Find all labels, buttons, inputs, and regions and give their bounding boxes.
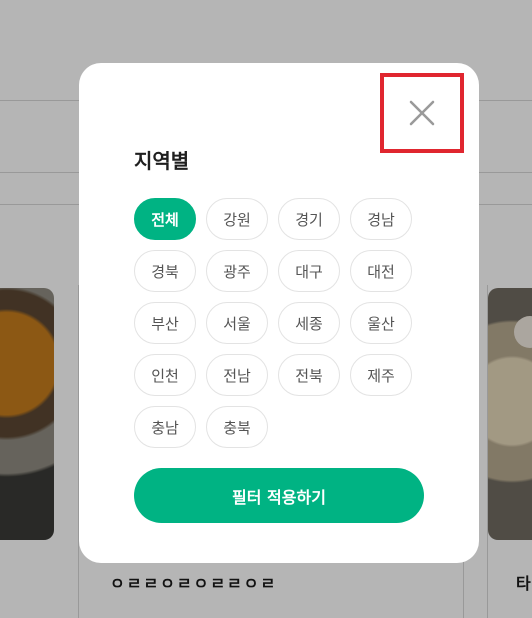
region-chip[interactable]: 제주 — [350, 354, 412, 396]
apply-filter-button[interactable]: 필터 적용하기 — [134, 468, 424, 523]
region-chip[interactable]: 경기 — [278, 198, 340, 240]
region-chip[interactable]: 인천 — [134, 354, 196, 396]
close-button[interactable] — [380, 73, 464, 153]
region-chip[interactable]: 충남 — [134, 406, 196, 448]
region-chip[interactable]: 세종 — [278, 302, 340, 344]
close-icon — [409, 100, 435, 126]
region-chip[interactable]: 광주 — [206, 250, 268, 292]
region-chip[interactable]: 경남 — [350, 198, 412, 240]
region-chip[interactable]: 전북 — [278, 354, 340, 396]
region-chip[interactable]: 울산 — [350, 302, 412, 344]
modal-title: 지역별 — [134, 149, 190, 173]
region-chip[interactable]: 전남 — [206, 354, 268, 396]
region-chip[interactable]: 전체 — [134, 198, 196, 240]
region-chip[interactable]: 대전 — [350, 250, 412, 292]
region-chip[interactable]: 대구 — [278, 250, 340, 292]
region-chip[interactable]: 강원 — [206, 198, 268, 240]
region-chip-list: 전체 강원 경기 경남경북 광주 대구 대전부산 서울 세종 울산인천 전남 전북 제주충남 충북 — [134, 198, 434, 448]
region-chip[interactable]: 부산 — [134, 302, 196, 344]
region-chip[interactable]: 서울 — [206, 302, 268, 344]
region-filter-modal: 지역별 전체 강원 경기 경남경북 광주 대구 대전부산 서울 세종 울산인천 전남 전북 제주충남 충북… — [79, 63, 479, 563]
region-chip[interactable]: 경북 — [134, 250, 196, 292]
region-chip[interactable]: 충북 — [206, 406, 268, 448]
